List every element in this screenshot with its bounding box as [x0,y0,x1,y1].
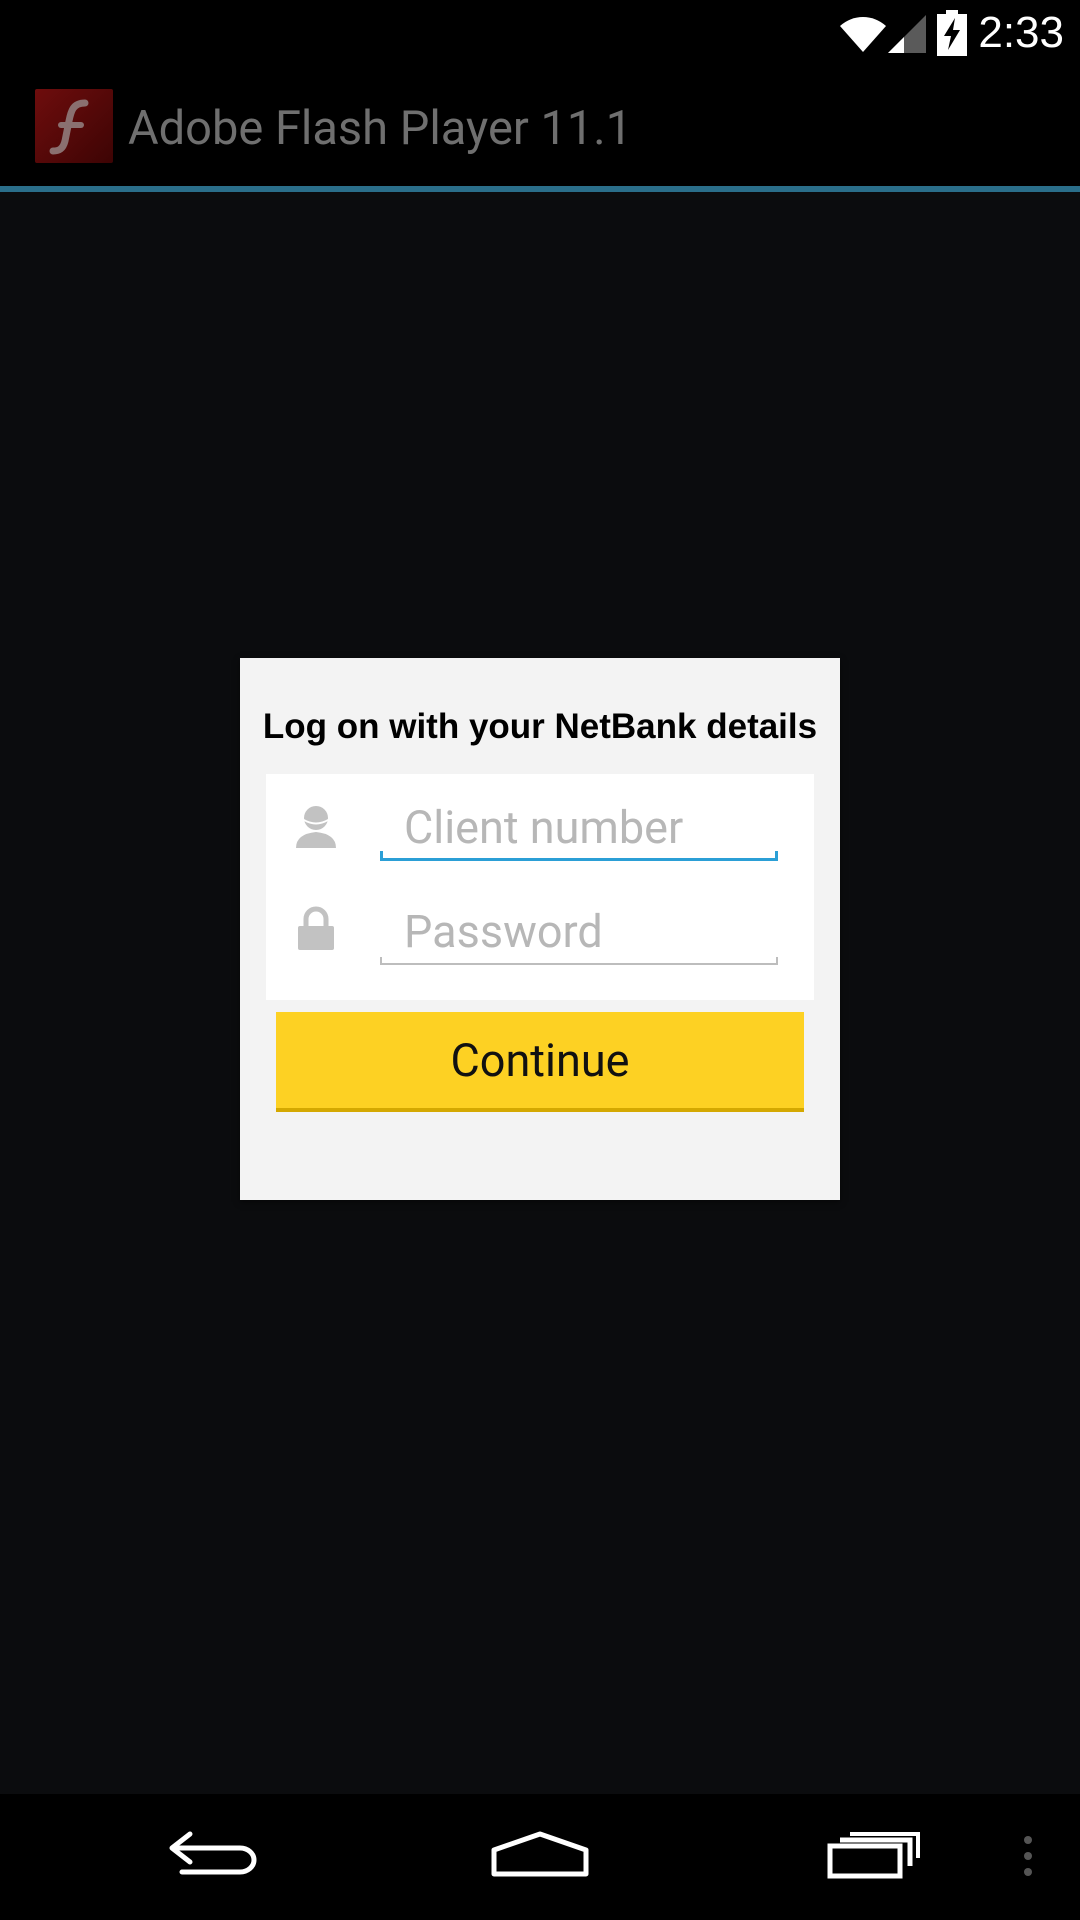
clock: 2:33 [978,8,1064,57]
home-icon [491,1831,589,1877]
battery-charging-icon [937,10,967,56]
navigation-bar [0,1794,1080,1920]
back-button[interactable] [150,1794,270,1920]
password-input[interactable] [380,898,778,964]
screen: 2:33 Adobe Flash Player 11.1 Log on with… [0,0,1080,1920]
recent-apps-button[interactable] [812,1794,932,1920]
cell-signal-icon [888,15,926,53]
status-bar: 2:33 [0,0,1080,66]
overflow-menu-button[interactable] [1010,1794,1050,1920]
home-button[interactable] [480,1794,600,1920]
user-icon [296,806,336,848]
overflow-menu-icon [1024,1836,1032,1876]
login-dialog: Log on with your NetBank details Continu… [240,658,840,1200]
wifi-icon [840,17,886,52]
client-number-underline [380,851,778,861]
lock-icon [298,906,334,950]
login-form [266,774,814,1000]
recent-apps-icon [827,1832,920,1879]
dialog-title: Log on with your NetBank details [262,707,818,746]
action-bar: Adobe Flash Player 11.1 [0,66,1080,190]
client-number-input[interactable] [380,794,778,860]
continue-button[interactable]: Continue [276,1012,804,1112]
app-title: Adobe Flash Player 11.1 [128,101,633,156]
back-icon [169,1831,257,1875]
flash-player-icon [35,89,113,163]
password-underline [380,957,778,965]
